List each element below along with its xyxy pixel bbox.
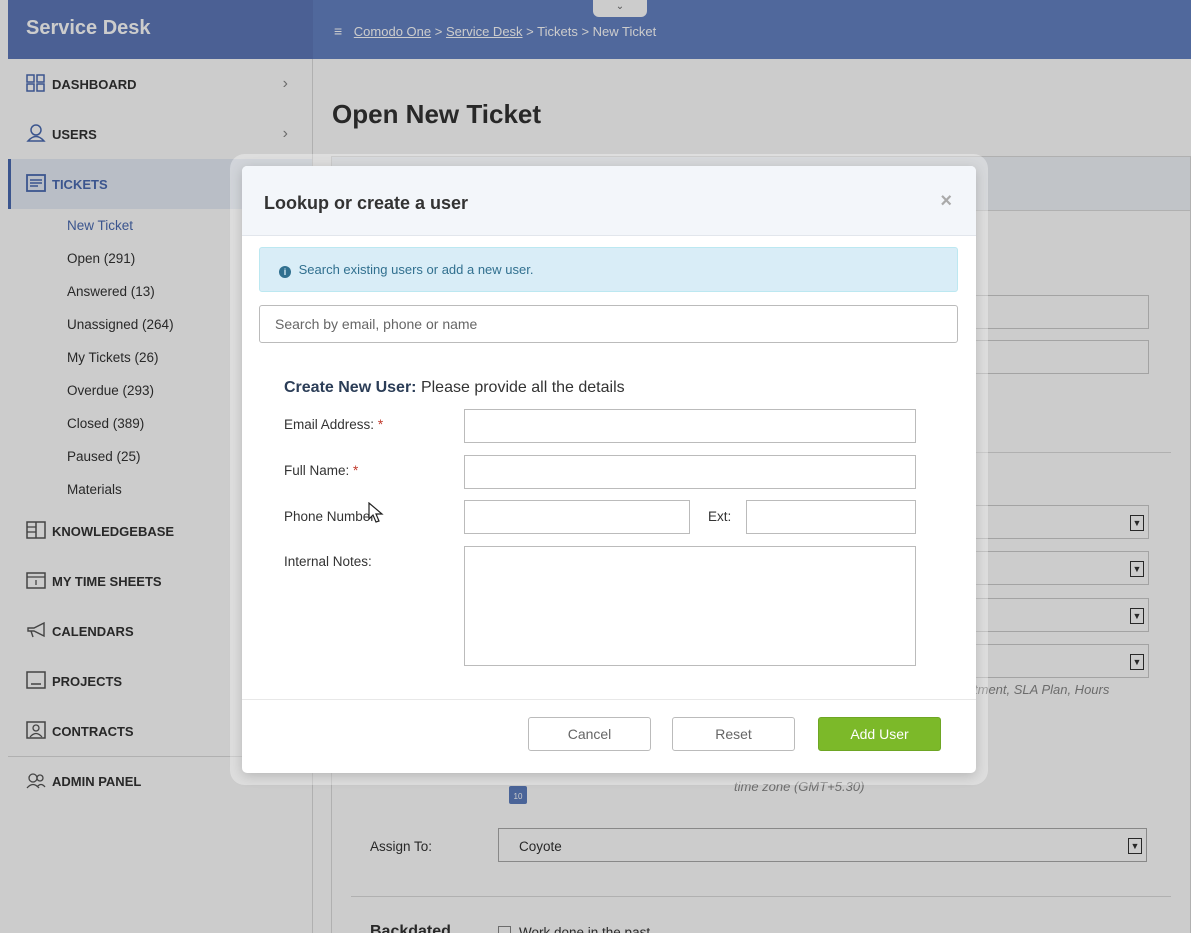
close-icon[interactable]: ×: [940, 190, 952, 213]
email-label: Email Address: *: [284, 417, 384, 432]
create-user-heading: Create New User: Please provide all the …: [284, 379, 625, 397]
user-search-input[interactable]: [259, 305, 958, 343]
create-user-title: Create New User:: [284, 379, 417, 396]
info-icon: i: [279, 266, 291, 278]
create-user-subtitle: Please provide all the details: [420, 379, 625, 396]
ext-field[interactable]: [746, 500, 916, 534]
modal-footer: Cancel Reset Add User: [242, 699, 976, 773]
lookup-user-modal: Lookup or create a user × i Search exist…: [242, 166, 976, 773]
email-field[interactable]: [464, 409, 916, 443]
ext-label: Ext:: [708, 509, 732, 524]
phone-field[interactable]: [464, 500, 690, 534]
full-name-label: Full Name: *: [284, 463, 359, 478]
reset-button[interactable]: Reset: [672, 717, 795, 751]
phone-label: Phone Number:: [284, 509, 379, 524]
modal-header: Lookup or create a user ×: [242, 166, 976, 236]
mouse-cursor-icon: [368, 502, 384, 523]
add-user-button[interactable]: Add User: [818, 717, 941, 751]
info-text: Search existing users or add a new user.: [298, 262, 534, 277]
internal-notes-textarea[interactable]: [464, 546, 916, 666]
modal-title: Lookup or create a user: [264, 193, 469, 213]
cancel-button[interactable]: Cancel: [528, 717, 651, 751]
full-name-field[interactable]: [464, 455, 916, 489]
info-alert: i Search existing users or add a new use…: [259, 247, 958, 292]
internal-notes-label: Internal Notes:: [284, 554, 372, 569]
